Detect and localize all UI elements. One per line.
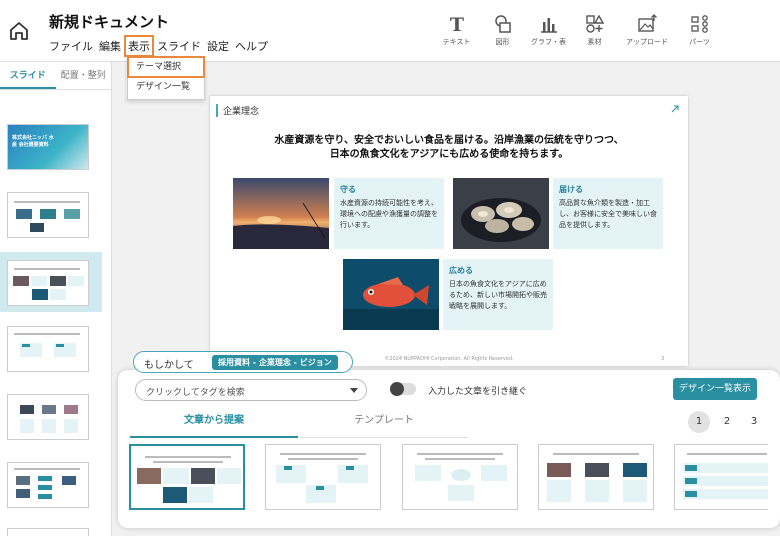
carry-text-label: 入力した文章を引き継ぐ	[428, 387, 528, 397]
chart-tool-button[interactable]: グラフ・表	[526, 14, 571, 47]
svg-text:T: T	[449, 14, 463, 34]
menu-file[interactable]: ファイル	[49, 38, 93, 54]
template-card-3[interactable]	[402, 444, 518, 510]
upload-tool-label: アップロード	[626, 38, 668, 46]
tab-template[interactable]: テンプレート	[300, 410, 468, 438]
slide-thumbnail-7[interactable]	[7, 528, 89, 536]
slide-thumbnail-6[interactable]	[7, 462, 89, 508]
hiromeru-box[interactable]: 広める 日本の魚食文化をアジアに広めるため、新しい市場開拓や販売戦略を展開します…	[443, 259, 553, 330]
menu-settings[interactable]: 設定	[207, 38, 229, 54]
slide-page-number: 3	[661, 356, 665, 362]
sidebar-tabs: スライド 配置・整列	[0, 62, 111, 90]
carry-text-toggle[interactable]	[390, 382, 416, 396]
menu-edit[interactable]: 編集	[99, 38, 121, 54]
slide-thumbnail-1[interactable]: 株式会社ニッパ 水産 会社概要資料	[7, 124, 89, 170]
shapes-icon	[494, 15, 511, 33]
slide-thumbnail-1-title: 株式会社ニッパ 水産 会社概要資料	[12, 135, 54, 148]
tab-arrange[interactable]: 配置・整列	[56, 62, 112, 89]
text-icon: T	[449, 14, 463, 34]
shapes-tool-label: 図形	[495, 38, 510, 46]
page-button-3[interactable]: 3	[743, 411, 765, 433]
page-button-2[interactable]: 2	[716, 411, 738, 433]
view-menu-dropdown: テーマ選択 デザイン一覧	[127, 56, 205, 100]
theme-select-item[interactable]: テーマ選択	[127, 56, 205, 78]
chart-icon	[540, 18, 557, 33]
suggestion-bubble: もしかして 採用資料 - 企業理念 - ビジョン	[133, 351, 353, 373]
design-list-item[interactable]: デザイン一覧	[128, 77, 204, 97]
slide-thumbnail-3[interactable]	[7, 260, 89, 306]
chart-tool-label: グラフ・表	[531, 38, 566, 46]
top-bar: 新規ドキュメント ファイル 編集 表示 スライド 設定 ヘルプ T テキスト 図…	[0, 0, 780, 62]
slide-thumbnail-4[interactable]	[7, 326, 89, 372]
hiromeru-title: 広める	[449, 266, 473, 275]
menu-slide[interactable]: スライド	[157, 38, 201, 54]
home-icon[interactable]	[8, 20, 30, 42]
template-card-5[interactable]	[674, 444, 768, 510]
oyster-photo[interactable]	[453, 178, 549, 249]
mamoru-title: 守る	[340, 185, 356, 194]
tab-slides[interactable]: スライド	[0, 62, 56, 89]
mamoru-box[interactable]: 守る 水産資源の持続可能性を考え、環境への配慮や漁獲量の調整を行います。	[334, 178, 444, 249]
suggested-tag[interactable]: 採用資料 - 企業理念 - ビジョン	[212, 355, 338, 370]
slide-main-line2: 日本の魚食文化をアジアにも広める使命を持ちます。	[329, 149, 569, 160]
design-list-button[interactable]: デザイン一覧表示	[673, 378, 757, 400]
tab-text-suggest[interactable]: 文章から提案	[130, 410, 298, 438]
parts-icon	[690, 15, 708, 33]
tag-search-select[interactable]: クリックしてタグを検索	[135, 379, 367, 401]
todokeru-title: 届ける	[559, 185, 583, 194]
insert-toolbar: T テキスト 図形 グラフ・表 素材 アップロード パーツ	[434, 14, 723, 47]
menu-bar: ファイル 編集 表示 スライド 設定 ヘルプ	[49, 35, 274, 57]
template-card-4[interactable]	[538, 444, 654, 510]
upload-tool-button[interactable]: アップロード	[618, 14, 676, 47]
slide-corner-icon	[671, 105, 679, 113]
document-title[interactable]: 新規ドキュメント	[49, 11, 169, 32]
text-tool-button[interactable]: T テキスト	[434, 14, 479, 47]
template-card-2[interactable]	[265, 444, 381, 510]
menu-view[interactable]: 表示	[124, 35, 154, 57]
todokeru-box[interactable]: 届ける 高品質な魚介類を製造・加工し、お客様に安全で美味しい食品を提供します。	[553, 178, 663, 249]
shapes-tool-button[interactable]: 図形	[480, 14, 525, 47]
assets-tool-label: 素材	[587, 38, 602, 46]
panel-tabs: 文章から提案 テンプレート	[130, 410, 470, 438]
text-tool-label: テキスト	[442, 38, 471, 46]
slide-canvas[interactable]: 企業理念 水産資源を守り、安全でおいしい食品を届ける。沿岸漁業の伝統を守りつつ、…	[210, 96, 688, 366]
sunset-photo[interactable]	[233, 178, 329, 249]
slide-main-line1: 水産資源を守り、安全でおいしい食品を届ける。沿岸漁業の伝統を守りつつ、	[274, 135, 624, 146]
upload-image-icon	[638, 14, 657, 32]
hiromeru-text: 日本の魚食文化をアジアに広めるため、新しい市場開拓や販売戦略を展開します。	[449, 280, 547, 310]
page-button-1[interactable]: 1	[688, 411, 710, 433]
menu-help[interactable]: ヘルプ	[235, 38, 268, 54]
parts-tool-label: パーツ	[689, 38, 710, 46]
toggle-knob	[390, 382, 404, 396]
tag-search-placeholder: クリックしてタグを検索	[146, 388, 245, 398]
mamoru-text: 水産資源の持続可能性を考え、環境への配慮や漁獲量の調整を行います。	[340, 199, 438, 229]
chevron-down-icon	[350, 388, 358, 393]
parts-tool-button[interactable]: パーツ	[677, 14, 722, 47]
slide-thumbnail-2[interactable]	[7, 192, 89, 238]
slide-main-text[interactable]: 水産資源を守り、安全でおいしい食品を届ける。沿岸漁業の伝統を守りつつ、 日本の魚…	[210, 134, 688, 162]
slide-header[interactable]: 企業理念	[216, 104, 259, 117]
template-card-1[interactable]	[129, 444, 245, 510]
fish-photo[interactable]	[343, 259, 439, 330]
slide-sidebar: スライド 配置・整列 株式会社ニッパ 水産 会社概要資料	[0, 62, 112, 536]
assets-tool-button[interactable]: 素材	[572, 14, 617, 47]
assets-icon	[585, 14, 604, 33]
todokeru-text: 高品質な魚介類を製造・加工し、お客様に安全で美味しい食品を提供します。	[559, 199, 657, 229]
suggestion-label: もしかして	[144, 360, 194, 371]
slide-thumbnail-5[interactable]	[7, 394, 89, 440]
